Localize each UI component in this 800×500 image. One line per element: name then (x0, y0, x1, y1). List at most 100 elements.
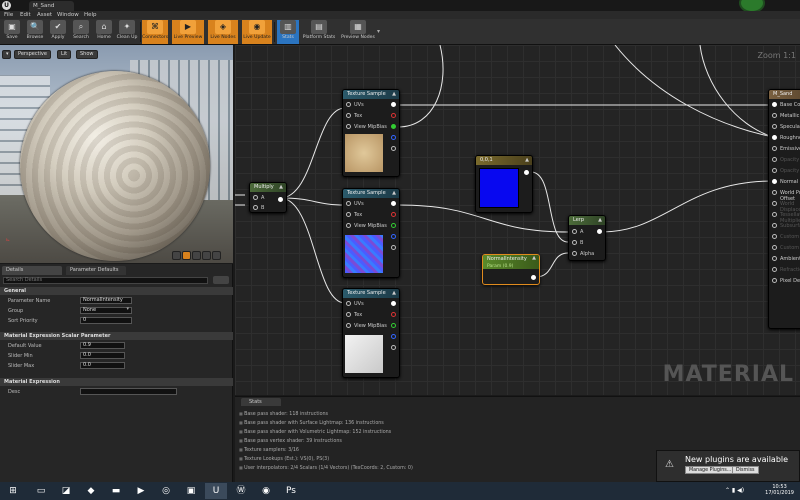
lerp-b-pin[interactable] (572, 240, 577, 245)
tex3-r-pin[interactable] (391, 312, 396, 317)
tex2-a-pin[interactable] (391, 245, 396, 250)
material-pin-4[interactable] (772, 146, 777, 151)
preview-nodes-button[interactable]: ▦ Preview Nodes (340, 20, 376, 44)
tab-parameter-defaults[interactable]: Parameter Defaults (66, 266, 126, 275)
viewport-menu-icon[interactable]: ▾ (2, 50, 11, 59)
tex1-r-pin[interactable] (391, 113, 396, 118)
slider-max-field[interactable]: 0.0 (80, 362, 125, 369)
picture-icon[interactable]: ▣ (180, 483, 202, 499)
manage-plugins-button[interactable]: Manage Plugins... (685, 466, 736, 474)
tex3-tex-pin[interactable] (346, 312, 351, 317)
tex3-a-pin[interactable] (391, 345, 396, 350)
tex1-mip-pin[interactable] (346, 124, 351, 129)
material-pin-9[interactable] (772, 201, 777, 206)
multiply-node[interactable]: Multiply A B (249, 182, 287, 213)
start-icon[interactable]: ⊞ (2, 483, 24, 499)
unreal-logo-icon[interactable]: U (2, 1, 11, 10)
lerp-output-pin[interactable] (597, 229, 602, 234)
constant-output-pin[interactable] (524, 170, 529, 175)
multiply-b-pin[interactable] (253, 205, 258, 210)
material-pin-6[interactable] (772, 168, 777, 173)
tex1-rgb-pin[interactable] (391, 102, 396, 107)
sphere-icon[interactable] (182, 251, 191, 260)
lerp-a-pin[interactable] (572, 229, 577, 234)
save-button[interactable]: ▣ Save (1, 20, 23, 44)
constant-vector-node[interactable]: 0,0,1 (475, 155, 533, 213)
home-button[interactable]: ⌂ Home (93, 20, 115, 44)
material-pin-16[interactable] (772, 278, 777, 283)
apply-button[interactable]: ✔ Apply (47, 20, 69, 44)
stats-tab[interactable]: Stats (241, 398, 281, 406)
media-icon[interactable]: ▶ (130, 483, 152, 499)
tex1-a-pin[interactable] (391, 146, 396, 151)
chrome-icon-2[interactable]: ◉ (255, 483, 277, 499)
tex1-tex-pin[interactable] (346, 113, 351, 118)
material-pin-3[interactable] (772, 135, 777, 140)
section-general[interactable]: General (0, 287, 233, 295)
plane-icon[interactable] (192, 251, 201, 260)
material-graph[interactable]: Zoom 1:1 MATERIAL Multiply A B Texture S… (235, 45, 800, 395)
texture-sample-node-2[interactable]: Texture Sample UVs Tex View MipBias (342, 188, 400, 278)
teapot-icon[interactable] (212, 251, 221, 260)
material-pin-15[interactable] (772, 267, 777, 272)
tex2-uvs-pin[interactable] (346, 201, 351, 206)
material-pin-14[interactable] (772, 256, 777, 261)
material-pin-10[interactable] (772, 212, 777, 217)
material-pin-5[interactable] (772, 157, 777, 162)
dismiss-button[interactable]: Dismiss (732, 466, 759, 474)
desc-field[interactable] (80, 388, 177, 395)
menu-asset[interactable]: Asset (37, 11, 52, 19)
menu-help[interactable]: Help (84, 11, 97, 19)
texture-sample-node-1[interactable]: Texture Sample UVs Tex View MipBias (342, 89, 400, 177)
tex3-rgb-pin[interactable] (391, 301, 396, 306)
tex3-uvs-pin[interactable] (346, 301, 351, 306)
clean-up-button[interactable]: ✦ Clean Up (116, 20, 138, 44)
show-button[interactable]: Show (76, 50, 98, 59)
material-pin-12[interactable] (772, 234, 777, 239)
tex2-g-pin[interactable] (391, 223, 396, 228)
tray-icons[interactable]: ⌃ ▮ ◀) (725, 487, 744, 494)
normal-intensity-output-pin[interactable] (531, 275, 536, 280)
parameter-name-field[interactable]: NormalIntensity (80, 297, 132, 304)
chrome-icon[interactable]: ◎ (155, 483, 177, 499)
preview-viewport[interactable]: ⊾ (0, 45, 233, 263)
tex2-tex-pin[interactable] (346, 212, 351, 217)
material-pin-11[interactable] (772, 223, 777, 228)
tex1-uvs-pin[interactable] (346, 102, 351, 107)
menu-file[interactable]: File (4, 11, 13, 19)
slider-min-field[interactable]: 0.0 (80, 352, 125, 359)
toolbar-overflow-icon[interactable]: ▾ (377, 28, 380, 35)
tab-details[interactable]: Details (2, 266, 62, 275)
live-nodes-button[interactable]: ◈ Live Nodes (208, 20, 238, 44)
multiply-a-pin[interactable] (253, 195, 258, 200)
lerp-node[interactable]: Lerp A B Alpha (568, 215, 606, 261)
sort-priority-field[interactable]: 0 (80, 317, 132, 324)
search-button[interactable]: ⌕ Search (70, 20, 92, 44)
tex2-b-pin[interactable] (391, 234, 396, 239)
tex1-b-pin[interactable] (391, 135, 396, 140)
menu-edit[interactable]: Edit (20, 11, 31, 19)
menu-window[interactable]: Window (57, 11, 79, 19)
photoshop-icon[interactable]: Ps (280, 483, 302, 499)
tex2-rgb-pin[interactable] (391, 201, 396, 206)
store-icon[interactable]: ◪ (55, 483, 77, 499)
lit-button[interactable]: Lit (57, 50, 72, 59)
section-scalar-parameter[interactable]: Material Expression Scalar Parameter (0, 332, 233, 340)
material-pin-8[interactable] (772, 190, 777, 195)
texture-sample-node-3[interactable]: Texture Sample UVs Tex View MipBias (342, 288, 400, 378)
app-icon[interactable]: ◆ (80, 483, 102, 499)
stats-button[interactable]: ▥ Stats (277, 20, 299, 44)
tex3-b-pin[interactable] (391, 334, 396, 339)
material-pin-2[interactable] (772, 124, 777, 129)
live-update-button[interactable]: ◉ Live Update (242, 20, 272, 44)
cylinder-icon[interactable] (172, 251, 181, 260)
platform-stats-button[interactable]: ▤ Platform Stats (301, 20, 337, 44)
editor-tab[interactable]: M_Sand (29, 1, 74, 11)
live-preview-button[interactable]: ▶ Live Preview (172, 20, 204, 44)
tex1-g-pin[interactable] (391, 124, 396, 129)
browse-button[interactable]: 🔍 Browse (24, 20, 46, 44)
material-pin-13[interactable] (772, 245, 777, 250)
material-result-node[interactable]: M_Sand Base Color Metallic Specular Roughne… (768, 89, 800, 329)
material-pin-1[interactable] (772, 113, 777, 118)
material-pin-0[interactable] (772, 102, 777, 107)
